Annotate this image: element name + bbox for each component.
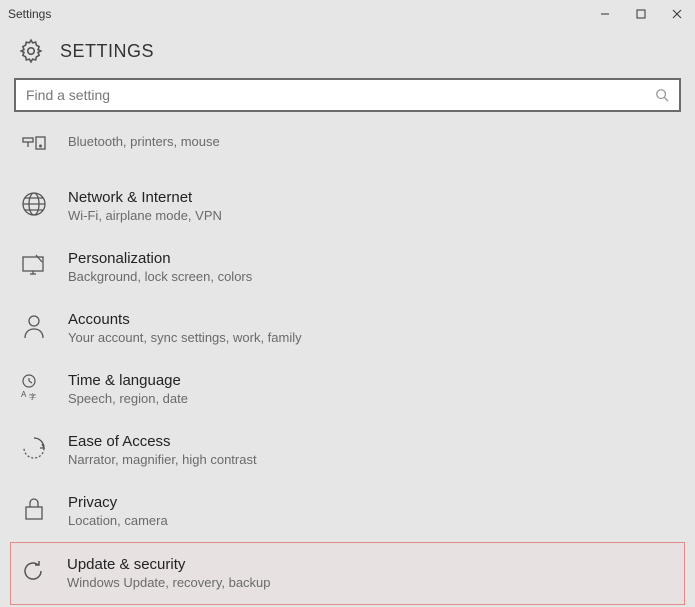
item-title: Accounts: [68, 311, 302, 328]
settings-item-devices[interactable]: Bluetooth, printers, mouse: [14, 124, 681, 176]
maximize-button[interactable]: [623, 0, 659, 28]
window-title: Settings: [8, 7, 587, 21]
close-button[interactable]: [659, 0, 695, 28]
time-language-icon: A 字: [18, 371, 50, 403]
settings-item-accounts[interactable]: Accounts Your account, sync settings, wo…: [14, 298, 681, 359]
devices-icon: [18, 130, 50, 162]
update-icon: [17, 555, 49, 587]
settings-item-time-language[interactable]: A 字 Time & language Speech, region, date: [14, 359, 681, 420]
svg-text:字: 字: [29, 392, 36, 401]
item-desc: Your account, sync settings, work, famil…: [68, 330, 302, 345]
search-icon: [655, 88, 669, 102]
person-icon: [18, 310, 50, 342]
item-title: Ease of Access: [68, 433, 257, 450]
svg-text:A: A: [21, 390, 27, 399]
page-header: SETTINGS: [0, 28, 695, 78]
settings-item-update-security[interactable]: Update & security Windows Update, recove…: [10, 542, 685, 605]
personalization-icon: [18, 249, 50, 281]
settings-item-network[interactable]: Network & Internet Wi-Fi, airplane mode,…: [14, 176, 681, 237]
settings-list: Bluetooth, printers, mouse Network & Int…: [0, 124, 695, 605]
gear-icon: [18, 38, 44, 64]
item-desc: Bluetooth, printers, mouse: [68, 134, 220, 149]
item-desc: Speech, region, date: [68, 391, 188, 406]
settings-item-ease-of-access[interactable]: Ease of Access Narrator, magnifier, high…: [14, 420, 681, 481]
minimize-button[interactable]: [587, 0, 623, 28]
item-desc: Narrator, magnifier, high contrast: [68, 452, 257, 467]
item-title: Network & Internet: [68, 189, 222, 206]
ease-of-access-icon: [18, 432, 50, 464]
item-desc: Location, camera: [68, 513, 168, 528]
search-input[interactable]: [26, 80, 655, 110]
lock-icon: [18, 493, 50, 525]
titlebar: Settings: [0, 0, 695, 28]
search-box[interactable]: [14, 78, 681, 112]
settings-item-privacy[interactable]: Privacy Location, camera: [14, 481, 681, 542]
item-title: Time & language: [68, 372, 188, 389]
item-title: Privacy: [68, 494, 168, 511]
settings-item-personalization[interactable]: Personalization Background, lock screen,…: [14, 237, 681, 298]
item-desc: Wi-Fi, airplane mode, VPN: [68, 208, 222, 223]
item-title: Personalization: [68, 250, 252, 267]
page-title: SETTINGS: [60, 41, 154, 62]
item-title: Update & security: [67, 556, 271, 573]
globe-icon: [18, 188, 50, 220]
item-desc: Background, lock screen, colors: [68, 269, 252, 284]
item-desc: Windows Update, recovery, backup: [67, 575, 271, 590]
